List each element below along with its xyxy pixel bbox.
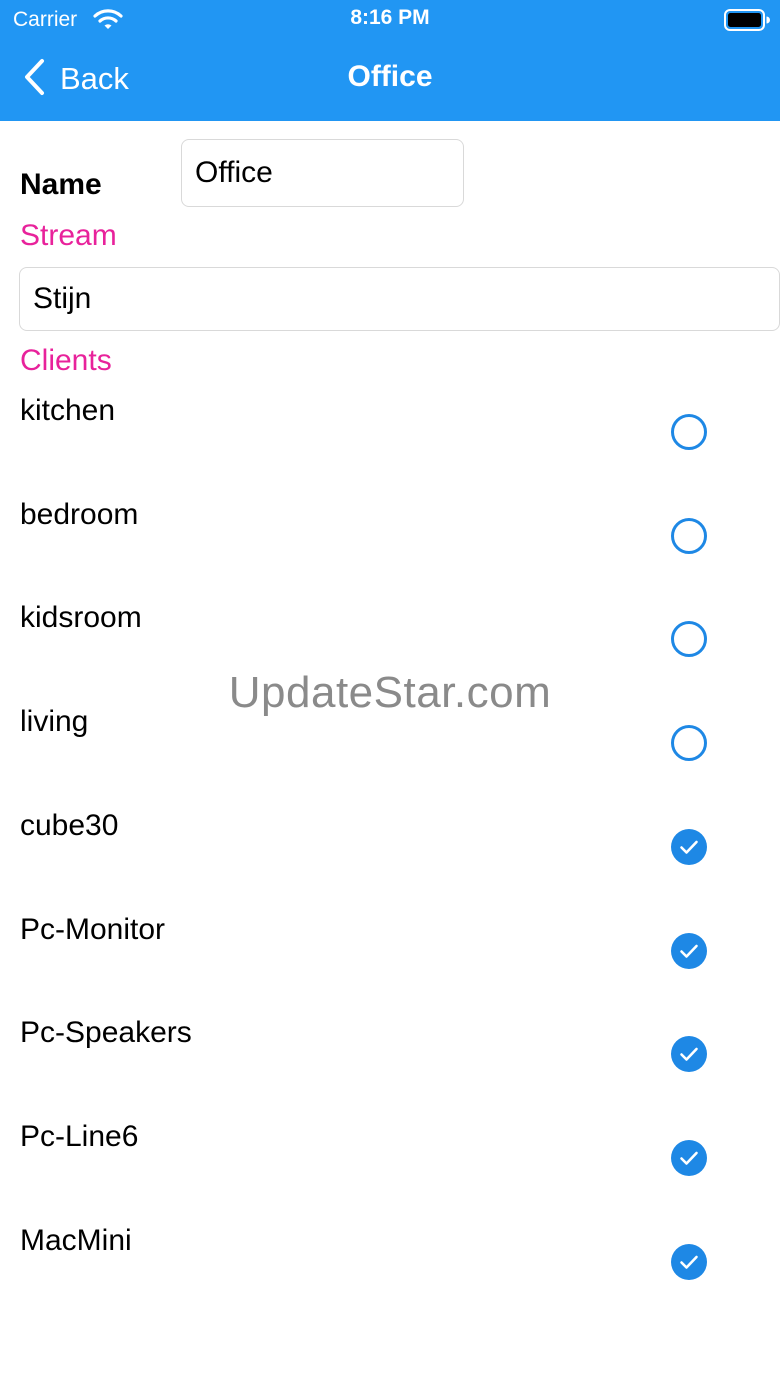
status-bar: Carrier 8:16 PM bbox=[0, 0, 780, 40]
client-row[interactable]: bedroom bbox=[0, 498, 780, 602]
watermark: UpdateStar.com bbox=[228, 668, 552, 717]
checked-circle-icon[interactable] bbox=[671, 933, 707, 969]
stream-input[interactable] bbox=[19, 267, 780, 331]
unchecked-circle-icon[interactable] bbox=[671, 414, 707, 450]
client-row[interactable]: living bbox=[0, 705, 780, 809]
page-title: Office bbox=[347, 60, 433, 93]
client-name: Pc-Speakers bbox=[20, 1016, 192, 1049]
client-name: kitchen bbox=[20, 394, 116, 427]
checked-circle-icon[interactable] bbox=[671, 1244, 707, 1280]
client-name: cube30 bbox=[20, 809, 119, 842]
client-row[interactable]: Pc-Line6 bbox=[0, 1120, 780, 1224]
client-row[interactable]: Pc-Speakers bbox=[0, 1016, 780, 1120]
checked-circle-icon[interactable] bbox=[671, 829, 707, 865]
checked-circle-icon[interactable] bbox=[671, 1036, 707, 1072]
client-name: bedroom bbox=[20, 498, 139, 531]
client-name: Pc-Line6 bbox=[20, 1120, 139, 1153]
checked-circle-icon[interactable] bbox=[671, 1140, 707, 1176]
back-button[interactable]: Back bbox=[22, 58, 129, 100]
client-row[interactable]: Pc-Monitor bbox=[0, 913, 780, 1017]
client-row[interactable]: cube30 bbox=[0, 809, 780, 913]
wifi-icon bbox=[93, 7, 123, 36]
name-label: Name bbox=[20, 168, 102, 201]
unchecked-circle-icon[interactable] bbox=[671, 725, 707, 761]
client-name: MacMini bbox=[20, 1224, 132, 1257]
client-name: Pc-Monitor bbox=[20, 913, 166, 946]
client-name: living bbox=[20, 705, 89, 738]
battery-icon bbox=[724, 9, 770, 36]
header: Carrier 8:16 PM Back Office bbox=[0, 0, 780, 121]
unchecked-circle-icon[interactable] bbox=[671, 518, 707, 554]
client-row[interactable]: kitchen bbox=[0, 394, 780, 498]
stream-label: Stream bbox=[20, 219, 117, 252]
status-time: 8:16 PM bbox=[350, 6, 430, 29]
client-row[interactable]: MacMini bbox=[0, 1224, 780, 1328]
nav-bar: Back Office bbox=[0, 40, 780, 121]
client-name: kidsroom bbox=[20, 601, 142, 634]
carrier-label: Carrier bbox=[13, 8, 78, 31]
chevron-left-icon bbox=[22, 58, 46, 101]
clients-label: Clients bbox=[20, 344, 112, 377]
name-input[interactable] bbox=[181, 139, 464, 207]
unchecked-circle-icon[interactable] bbox=[671, 621, 707, 657]
back-label: Back bbox=[60, 61, 129, 96]
